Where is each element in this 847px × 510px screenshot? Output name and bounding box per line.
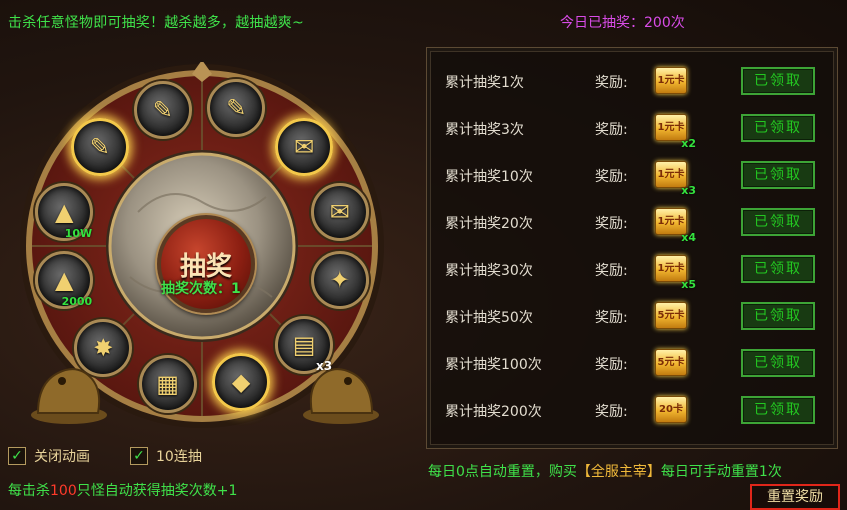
wheel-slot: ▲ 2000 bbox=[35, 251, 94, 310]
reward-text: 奖励: bbox=[595, 169, 628, 185]
reward-row-label: 累计抽奖3次 bbox=[445, 122, 524, 138]
purple-scroll-icon: ✎ bbox=[226, 94, 247, 123]
guardian-beast-left-icon bbox=[31, 368, 107, 424]
reset-tip-part2: 每日可手动重置1次 bbox=[660, 464, 782, 480]
draw-button[interactable]: 抽奖 bbox=[157, 215, 255, 313]
claimed-button[interactable]: 已领取 bbox=[741, 396, 815, 424]
reward-row-label: 累计抽奖20次 bbox=[445, 216, 533, 232]
scroll-icon: ✎ bbox=[89, 133, 110, 162]
reward-row-label: 累计抽奖100次 bbox=[445, 357, 542, 373]
card-label: 20卡 bbox=[659, 404, 683, 415]
gold-cube-icon: ◆ bbox=[231, 368, 251, 397]
reward-row: 累计抽奖50次 奖励: 5元卡 已领取 bbox=[427, 295, 837, 341]
card-label: 1元卡 bbox=[657, 216, 685, 227]
ten-draw-checkbox[interactable]: ✓ bbox=[130, 447, 148, 465]
header-tip: 击杀任意怪物即可抽奖！越杀越多，越抽越爽~ bbox=[8, 15, 304, 31]
close-animation-option[interactable]: ✓ 关闭动画 bbox=[8, 446, 90, 466]
claimed-button[interactable]: 已领取 bbox=[741, 302, 815, 330]
kill-tip-part4: +1 bbox=[216, 483, 238, 499]
recharge-card-icon: 1元卡 bbox=[655, 67, 687, 94]
card-label: 5元卡 bbox=[657, 357, 685, 368]
recharge-card-icon: 1元卡 x4 bbox=[655, 208, 696, 243]
reward-row: 累计抽奖20次 奖励: 1元卡 x4 已领取 bbox=[427, 201, 837, 247]
reset-tip: 每日0点自动重置，购买【全服主宰】每日可手动重置1次 bbox=[428, 461, 782, 481]
reward-text: 奖励: bbox=[595, 122, 628, 138]
reset-tip-part1: 每日0点自动重置，购买 bbox=[428, 464, 577, 480]
recharge-card-icon: 1元卡 x3 bbox=[655, 161, 696, 196]
reward-text: 奖励: bbox=[595, 310, 628, 326]
slot-quantity: 10W bbox=[64, 226, 93, 240]
reward-text: 奖励: bbox=[595, 263, 628, 279]
wheel-slot: ✎ bbox=[133, 80, 192, 139]
gold-ingot-icon: ▲ bbox=[54, 197, 74, 226]
claimed-button[interactable]: 已领取 bbox=[741, 161, 815, 189]
reward-row-label: 累计抽奖50次 bbox=[445, 310, 533, 326]
red-envelope-icon: ✉ bbox=[294, 133, 315, 162]
reward-row: 累计抽奖1次 奖励: 1元卡 已领取 bbox=[427, 60, 837, 106]
card-multiplier: x4 bbox=[681, 231, 696, 244]
reset-tip-vip: 【全服主宰】 bbox=[576, 464, 661, 480]
claimed-button[interactable]: 已领取 bbox=[741, 114, 815, 142]
claimed-button[interactable]: 已领取 bbox=[741, 349, 815, 377]
recharge-card-icon: 5元卡 bbox=[655, 349, 687, 376]
recharge-card-icon: 5元卡 bbox=[655, 302, 687, 329]
cumulative-reward-panel: 累计抽奖1次 奖励: 1元卡 已领取 累计抽奖3次 奖励: 1元卡 x2 已领取 累计抽奖10次奖… bbox=[426, 47, 838, 449]
crystal-icon: ✦ bbox=[329, 266, 350, 295]
reward-row-label: 累计抽奖1次 bbox=[445, 75, 524, 91]
reward-text: 奖励: bbox=[595, 216, 628, 232]
card-label: 1元卡 bbox=[657, 122, 685, 133]
wheel-slot: ✉ bbox=[310, 182, 369, 241]
red-envelope-icon: ✉ bbox=[329, 197, 350, 226]
reward-text: 奖励: bbox=[595, 75, 628, 91]
claimed-button[interactable]: 已领取 bbox=[741, 67, 815, 95]
reward-row-label: 累计抽奖200次 bbox=[445, 404, 542, 420]
guardian-beast-right-icon bbox=[303, 368, 379, 424]
reward-row-label: 累计抽奖30次 bbox=[445, 263, 533, 279]
reward-text: 奖励: bbox=[595, 357, 628, 373]
scroll-box-icon: ▦ bbox=[156, 369, 179, 398]
reward-row: 累计抽奖100次 奖励: 5元卡 已领取 bbox=[427, 342, 837, 388]
wheel-slot: ▦ bbox=[138, 354, 197, 413]
card-label: 1元卡 bbox=[657, 75, 685, 86]
reward-row: 累计抽奖3次 奖励: 1元卡 x2 已领取 bbox=[427, 107, 837, 153]
card-multiplier: x5 bbox=[681, 278, 696, 291]
claimed-button[interactable]: 已领取 bbox=[741, 255, 815, 283]
card-multiplier: x3 bbox=[681, 184, 696, 197]
kill-tip-number: 100 bbox=[50, 483, 77, 499]
ten-draw-label: 10连抽 bbox=[156, 449, 202, 465]
card-label: 5元卡 bbox=[657, 310, 685, 321]
claimed-button[interactable]: 已领取 bbox=[741, 208, 815, 236]
recharge-card-icon: 20卡 bbox=[655, 396, 687, 423]
kill-tip-part2: 只怪自动获得 bbox=[76, 483, 161, 499]
reward-row: 累计抽奖200次 奖励: 20卡 已领取 bbox=[427, 389, 837, 435]
slot-quantity: 2000 bbox=[61, 295, 93, 309]
ten-draw-option[interactable]: ✓ 10连抽 bbox=[130, 446, 202, 466]
reward-row: 累计抽奖30次 奖励: 1元卡 x5 已领取 bbox=[427, 248, 837, 294]
kill-reward-tip: 每击杀100只怪自动获得抽奖次数+1 bbox=[8, 480, 237, 500]
scroll-icon: ✎ bbox=[152, 95, 173, 124]
today-draws-counter: 今日已抽奖：200次 bbox=[560, 15, 685, 31]
recharge-card-icon: 1元卡 x2 bbox=[655, 114, 696, 149]
card-multiplier: x2 bbox=[681, 137, 696, 150]
recharge-card-icon: 1元卡 x5 bbox=[655, 255, 696, 290]
reward-text: 奖励: bbox=[595, 404, 628, 420]
reset-rewards-button[interactable]: 重置奖励 bbox=[750, 484, 840, 510]
reward-row-label: 累计抽奖10次 bbox=[445, 169, 533, 185]
kill-tip-part1: 每击杀 bbox=[8, 483, 50, 499]
close-animation-checkbox[interactable]: ✓ bbox=[8, 447, 26, 465]
reward-row: 累计抽奖10次 奖励: 1元卡 x3 已领取 bbox=[427, 154, 837, 200]
card-label: 1元卡 bbox=[657, 169, 685, 180]
draw-count-label: 抽奖次数：1 bbox=[161, 281, 241, 297]
wheel-slot: ✦ bbox=[310, 251, 369, 310]
kill-tip-part3: 抽奖次数 bbox=[160, 483, 217, 499]
wheel-slot: ✎ bbox=[70, 118, 129, 177]
gold-ingot-icon: ▲ bbox=[54, 266, 74, 295]
wheel-slot: ▲ 10W bbox=[35, 182, 94, 241]
card-label: 1元卡 bbox=[657, 263, 685, 274]
close-animation-label: 关闭动画 bbox=[34, 449, 90, 465]
